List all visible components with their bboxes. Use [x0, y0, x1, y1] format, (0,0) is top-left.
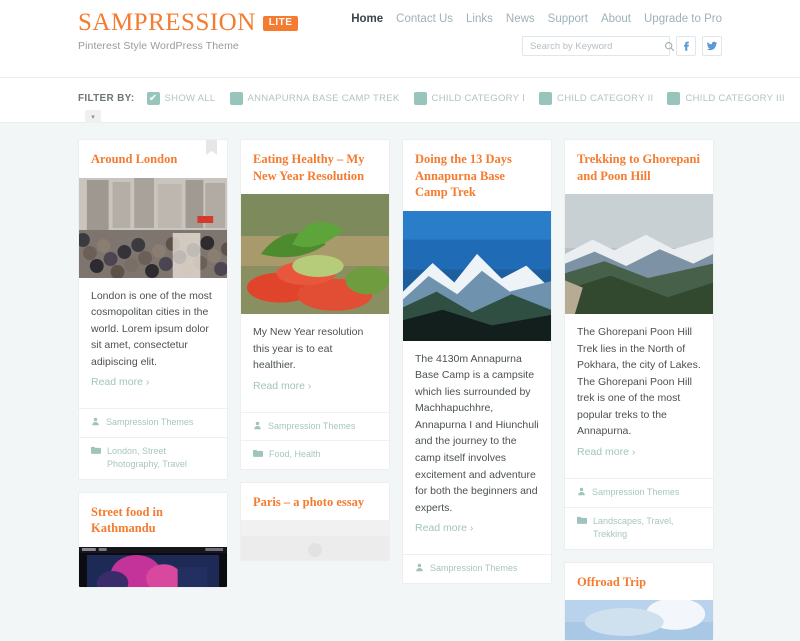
filter-item-label: CHILD CATEGORY III: [685, 93, 785, 104]
read-more-link[interactable]: Read more ›: [403, 522, 551, 546]
post-title[interactable]: Around London: [79, 140, 227, 178]
post-title[interactable]: Eating Healthy – My New Year Resolution: [241, 140, 389, 194]
post-categories-meta[interactable]: London, Street Photography, Travel: [79, 436, 227, 479]
post-categories: London, Street Photography, Travel: [107, 445, 187, 470]
post-title[interactable]: Offroad Trip: [565, 563, 713, 601]
post-title[interactable]: Doing the 13 Days Annapurna Base Camp Tr…: [403, 140, 551, 211]
brand-name: SAMPRESSION: [78, 9, 256, 36]
search-icon[interactable]: [664, 41, 675, 52]
post-card[interactable]: Doing the 13 Days Annapurna Base Camp Tr…: [402, 139, 552, 584]
post-card[interactable]: Offroad Trip: [564, 561, 714, 641]
post-thumbnail[interactable]: [79, 546, 227, 587]
folder-icon: [577, 516, 587, 525]
filter-item-2[interactable]: CHILD CATEGORY I: [413, 92, 526, 105]
post-card[interactable]: Paris – a photo essay: [240, 481, 390, 562]
post-title[interactable]: Paris – a photo essay: [241, 483, 389, 521]
filter-item-label: CHILD CATEGORY II: [557, 93, 654, 104]
post-excerpt: London is one of the most cosmopolitan c…: [91, 289, 212, 368]
post-thumbnail[interactable]: [79, 177, 227, 278]
nav-item-support[interactable]: Support: [548, 13, 588, 25]
post-title[interactable]: Street food in Kathmandu: [79, 493, 227, 547]
nav-item-links[interactable]: Links: [466, 13, 493, 25]
person-icon: [91, 417, 100, 426]
read-more-link[interactable]: Read more ›: [79, 376, 227, 400]
filter-item-4[interactable]: CHILD CATEGORY III: [667, 92, 785, 105]
person-icon: [415, 563, 424, 572]
checkbox-icon[interactable]: [413, 92, 427, 105]
facebook-icon[interactable]: [676, 36, 696, 56]
brand-badge: LITE: [262, 16, 299, 31]
post-author-meta[interactable]: Sampression Themes: [241, 411, 389, 441]
checkbox-icon[interactable]: [539, 92, 553, 105]
meta-spacer: [241, 404, 389, 412]
filter-label: FILTER BY:: [78, 93, 135, 104]
post-author: Sampression Themes: [106, 417, 194, 428]
post-author-meta[interactable]: Sampression Themes: [565, 478, 713, 507]
read-more-link[interactable]: Read more ›: [241, 380, 389, 404]
post-thumbnail[interactable]: [241, 520, 389, 561]
post-thumbnail[interactable]: [241, 194, 389, 314]
post-thumbnail[interactable]: [565, 600, 713, 641]
post-categories-meta[interactable]: Landscapes, Travel, Trekking: [565, 506, 713, 549]
post-excerpt: My New Year resolution this year is to e…: [253, 326, 364, 372]
nav-item-home[interactable]: Home: [351, 13, 383, 25]
post-card[interactable]: Trekking to Ghorepani and Poon Hill The …: [564, 139, 714, 550]
post-grid: Around London London is one of the most …: [0, 123, 800, 641]
post-categories: Landscapes, Travel, Trekking: [593, 515, 674, 540]
grid-column-2: Eating Healthy – My New Year Resolution …: [240, 139, 390, 562]
header-tools: [522, 36, 722, 56]
filter-item-label: ANNAPURNA BASE CAMP TREK: [247, 93, 400, 104]
post-thumbnail[interactable]: [565, 194, 713, 314]
checkbox-checked-icon[interactable]: ✔: [146, 92, 160, 105]
person-icon: [577, 487, 586, 496]
grid-column-1: Around London London is one of the most …: [78, 139, 228, 588]
folder-icon: [253, 449, 263, 458]
post-card[interactable]: Around London London is one of the most …: [78, 139, 228, 480]
chevron-down-icon[interactable]: ▾: [85, 110, 101, 123]
grid-column-4: Trekking to Ghorepani and Poon Hill The …: [564, 139, 714, 641]
post-excerpt: The Ghorepani Poon Hill Trek lies in the…: [577, 326, 701, 438]
post-thumbnail[interactable]: [403, 210, 551, 341]
post-author-meta[interactable]: Sampression Themes: [79, 408, 227, 437]
meta-spacer: [79, 400, 227, 408]
checkbox-icon[interactable]: [667, 92, 681, 105]
filter-item-label: SHOW ALL: [164, 93, 216, 104]
site-header: SAMPRESSION LITE Pinterest Style WordPre…: [0, 0, 800, 78]
nav-item-contact-us[interactable]: Contact Us: [396, 13, 453, 25]
grid-column-3: Doing the 13 Days Annapurna Base Camp Tr…: [402, 139, 552, 584]
filter-item-3[interactable]: CHILD CATEGORY II: [539, 92, 653, 105]
person-icon: [253, 421, 262, 430]
filter-bar: FILTER BY: ✔ SHOW ALL ANNAPURNA BASE CAMP …: [0, 78, 800, 123]
twitter-icon[interactable]: [702, 36, 722, 56]
filter-item-1[interactable]: ANNAPURNA BASE CAMP TREK: [229, 92, 400, 105]
nav-item-upgrade-to-pro[interactable]: Upgrade to Pro: [644, 13, 722, 25]
post-categories: Food, Health: [269, 449, 321, 460]
filter-item-0[interactable]: ✔ SHOW ALL: [146, 92, 216, 105]
brand-tagline: Pinterest Style WordPress Theme: [78, 40, 239, 52]
post-author: Sampression Themes: [268, 420, 356, 431]
post-categories-meta[interactable]: Food, Health: [241, 440, 389, 469]
post-author: Sampression Themes: [430, 563, 518, 574]
read-more-link[interactable]: Read more ›: [565, 446, 713, 470]
filter-item-label: CHILD CATEGORY I: [431, 93, 526, 104]
brand[interactable]: SAMPRESSION LITE Pinterest Style WordPre…: [78, 9, 299, 52]
primary-nav: Home Contact Us Links News Support About Upgra…: [351, 13, 722, 25]
nav-item-about[interactable]: About: [601, 13, 631, 25]
folder-icon: [91, 446, 101, 455]
meta-spacer: [403, 546, 551, 554]
post-title[interactable]: Trekking to Ghorepani and Poon Hill: [565, 140, 713, 194]
meta-spacer: [565, 470, 713, 478]
post-author: Sampression Themes: [592, 487, 680, 498]
search-box[interactable]: [522, 36, 675, 56]
post-author-meta[interactable]: Sampression Themes: [403, 554, 551, 583]
search-input[interactable]: [528, 39, 664, 53]
nav-item-news[interactable]: News: [506, 13, 535, 25]
post-card[interactable]: Eating Healthy – My New Year Resolution …: [240, 139, 390, 470]
checkbox-icon[interactable]: [229, 92, 243, 105]
post-excerpt: The 4130m Annapurna Base Camp is a camps…: [415, 352, 539, 514]
